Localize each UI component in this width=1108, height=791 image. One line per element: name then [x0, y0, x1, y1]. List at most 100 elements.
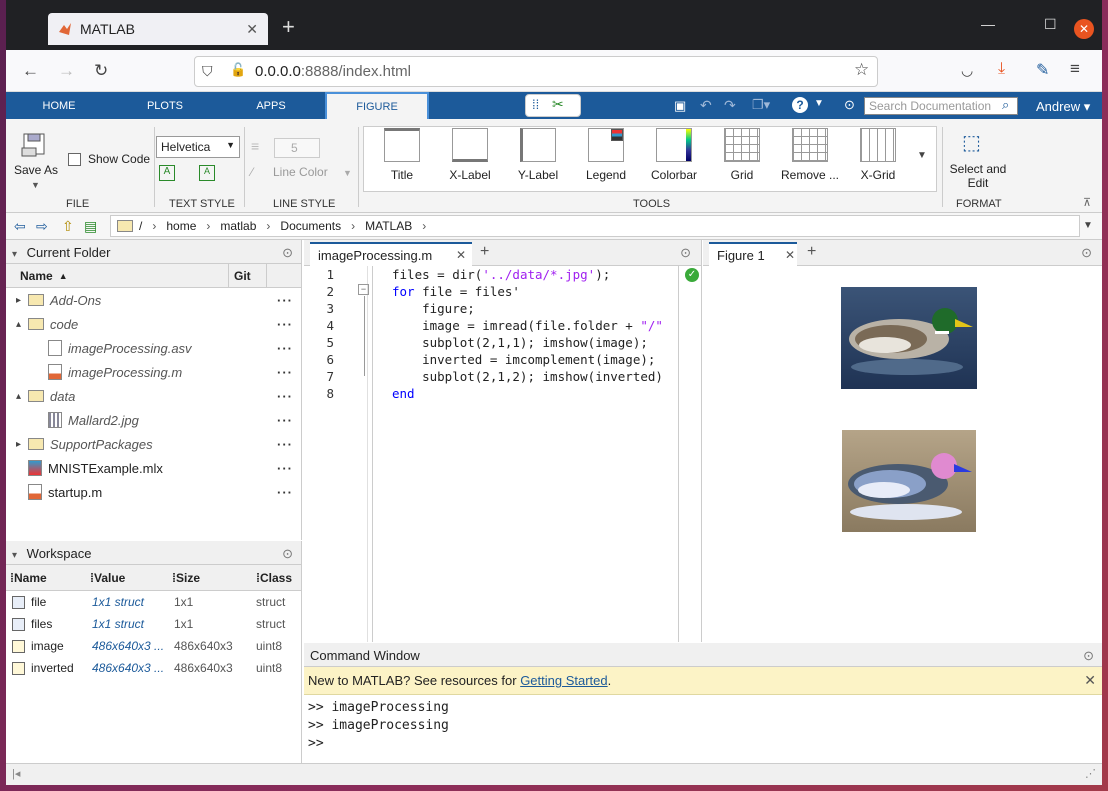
command-output[interactable]: >> imageProcessing >> imageProcessing >> — [304, 695, 1102, 753]
up-folder-icon[interactable]: ⇧ — [62, 218, 74, 235]
folder-list-item[interactable]: MNISTExample.mlx ··· — [6, 456, 301, 480]
xlabel-tool-button[interactable]: X-Label — [436, 128, 504, 182]
save-icon[interactable]: ▣ — [674, 98, 686, 114]
close-tab-icon[interactable]: ✕ — [785, 248, 795, 262]
close-banner-icon[interactable]: ✕ — [1084, 672, 1096, 689]
redo-icon[interactable]: ↷ — [724, 97, 736, 114]
collapse-panel-icon[interactable]: ▾ — [12, 249, 17, 260]
code-area[interactable]: files = dir('../data/*.jpg'); for file =… — [392, 266, 682, 402]
save-as-button[interactable] — [18, 130, 52, 162]
close-tab-icon[interactable]: ✕ — [456, 248, 466, 262]
collapse-panel-icon[interactable]: ▾ — [12, 550, 17, 561]
original-image-subplot[interactable] — [841, 287, 977, 389]
bookmark-star-icon[interactable]: ☆ — [854, 60, 869, 80]
pocket-icon[interactable]: ◡ — [961, 62, 973, 79]
expand-toggle-icon[interactable]: ▴ — [16, 391, 28, 402]
switch-windows-icon[interactable]: ❐▾ — [752, 97, 770, 113]
figure-tab[interactable]: Figure 1 ✕ — [709, 242, 797, 266]
remove-grid-tool-button[interactable]: Remove ... — [776, 128, 844, 182]
item-actions-icon[interactable]: ··· — [277, 485, 293, 500]
extension-icon[interactable]: ✎ — [1036, 60, 1049, 80]
line-width-spinner[interactable]: 5 — [274, 138, 320, 158]
name-column-header[interactable]: ⁞Name — [10, 571, 47, 585]
breadcrumb-matlab[interactable]: matlab — [220, 219, 256, 233]
folder-list-item[interactable]: ▴ data ··· — [6, 384, 301, 408]
panel-options-icon[interactable]: ⊙ — [282, 245, 293, 261]
expand-toggle-icon[interactable]: ▴ — [16, 319, 28, 330]
git-column-header[interactable]: Git — [234, 269, 251, 283]
new-script-icon[interactable]: + — [480, 243, 489, 261]
table-row[interactable]: inverted 486x640x3 ... 486x640x3 uint8 — [6, 657, 301, 679]
forward-icon[interactable]: → — [58, 61, 75, 81]
search-options-icon[interactable]: ⊙ — [844, 97, 855, 113]
expand-toggle-icon[interactable]: ▸ — [16, 439, 28, 450]
grid-tool-button[interactable]: Grid — [708, 128, 776, 182]
search-documentation-input[interactable]: Search Documentation — [864, 97, 1018, 115]
insecure-lock-icon[interactable]: 🔓 — [230, 62, 246, 78]
url-bar[interactable]: 0.0.0.0:8888/index.html — [194, 56, 878, 87]
item-actions-icon[interactable]: ··· — [277, 293, 293, 308]
table-row[interactable]: image 486x640x3 ... 486x640x3 uint8 — [6, 635, 301, 657]
resize-grip-icon[interactable]: ⋰ — [1085, 767, 1096, 780]
tab-plots[interactable]: PLOTS — [132, 92, 198, 119]
item-actions-icon[interactable]: ··· — [277, 461, 293, 476]
help-dropdown-icon[interactable]: ▼ — [814, 98, 824, 109]
status-expand-icon[interactable]: |◂ — [12, 767, 20, 780]
table-row[interactable]: files 1x1 struct 1x1 struct — [6, 613, 301, 635]
item-actions-icon[interactable]: ··· — [277, 389, 293, 404]
item-actions-icon[interactable]: ··· — [277, 437, 293, 452]
new-tab-icon[interactable]: + — [282, 14, 295, 40]
forward-folder-icon[interactable]: ⇨ — [36, 218, 48, 235]
increase-font-icon[interactable]: A — [159, 165, 175, 181]
browser-tab[interactable]: MATLAB ✕ — [48, 13, 268, 45]
new-figure-icon[interactable]: + — [807, 243, 816, 261]
table-row[interactable]: file 1x1 struct 1x1 struct — [6, 591, 301, 613]
class-column-header[interactable]: ⁞Class — [256, 571, 292, 585]
collapse-toolstrip-icon[interactable]: ⊼ — [1083, 196, 1091, 209]
expand-toggle-icon[interactable]: ▸ — [16, 295, 28, 306]
item-actions-icon[interactable]: ··· — [277, 413, 293, 428]
folder-list-item[interactable]: ▴ code ··· — [6, 312, 301, 336]
breadcrumb-home[interactable]: home — [166, 219, 196, 233]
item-actions-icon[interactable]: ··· — [277, 317, 293, 332]
getting-started-link[interactable]: Getting Started — [520, 673, 607, 688]
code-analyzer-ok-icon[interactable]: ✓ — [685, 268, 699, 282]
folder-list-item[interactable]: imageProcessing.m ··· — [6, 360, 301, 384]
item-actions-icon[interactable]: ··· — [277, 365, 293, 380]
folder-list-item[interactable]: startup.m ··· — [6, 480, 301, 504]
path-breadcrumb[interactable]: / › home › matlab › Documents › MATLAB › — [110, 215, 1080, 237]
name-column-header[interactable]: Name — [20, 269, 53, 283]
decrease-font-icon[interactable]: A — [199, 165, 215, 181]
maximize-icon[interactable]: ☐ — [1044, 16, 1057, 33]
minimize-icon[interactable]: — — [981, 16, 995, 32]
ylabel-tool-button[interactable]: Y-Label — [504, 128, 572, 182]
save-as-dropdown-icon[interactable]: ▼ — [31, 180, 40, 190]
inverted-image-subplot[interactable] — [842, 430, 976, 532]
save-as-label[interactable]: Save As — [14, 163, 58, 177]
panel-options-icon[interactable]: ⊙ — [680, 245, 691, 261]
value-column-header[interactable]: ⁞Value — [90, 571, 125, 585]
tools-gallery-expand-icon[interactable]: ▼ — [917, 150, 935, 180]
shield-icon[interactable]: ⛉ — [202, 63, 213, 80]
breadcrumb-matlab-folder[interactable]: MATLAB — [365, 219, 412, 233]
colorbar-tool-button[interactable]: Colorbar — [640, 128, 708, 182]
panel-options-icon[interactable]: ⊙ — [1081, 245, 1092, 261]
close-tab-icon[interactable]: ✕ — [246, 21, 258, 38]
help-icon[interactable]: ? — [792, 97, 808, 113]
quick-access-toolbar[interactable]: ⁞⁞ ✂ — [525, 94, 581, 117]
xgrid-tool-button[interactable]: X-Grid — [844, 128, 912, 182]
fold-icon[interactable]: − — [358, 284, 369, 295]
legend-tool-button[interactable]: Legend — [572, 128, 640, 182]
editor-tab[interactable]: imageProcessing.m ✕ — [310, 242, 472, 266]
browse-folder-icon[interactable]: ▤ — [84, 218, 97, 235]
show-code-checkbox[interactable] — [68, 153, 81, 166]
folder-list-item[interactable]: ▸ Add-Ons ··· — [6, 288, 301, 312]
path-dropdown-icon[interactable]: ▼ — [1083, 220, 1093, 231]
select-edit-icon[interactable]: ⬚ — [962, 130, 981, 155]
download-icon[interactable]: ⤓ — [998, 60, 1005, 78]
folder-list-item[interactable]: ▸ SupportPackages ··· — [6, 432, 301, 456]
breadcrumb-documents[interactable]: Documents — [280, 219, 341, 233]
reload-icon[interactable]: ↻ — [94, 61, 108, 81]
panel-options-icon[interactable]: ⊙ — [1083, 648, 1094, 664]
tab-figure[interactable]: FIGURE — [325, 92, 429, 119]
